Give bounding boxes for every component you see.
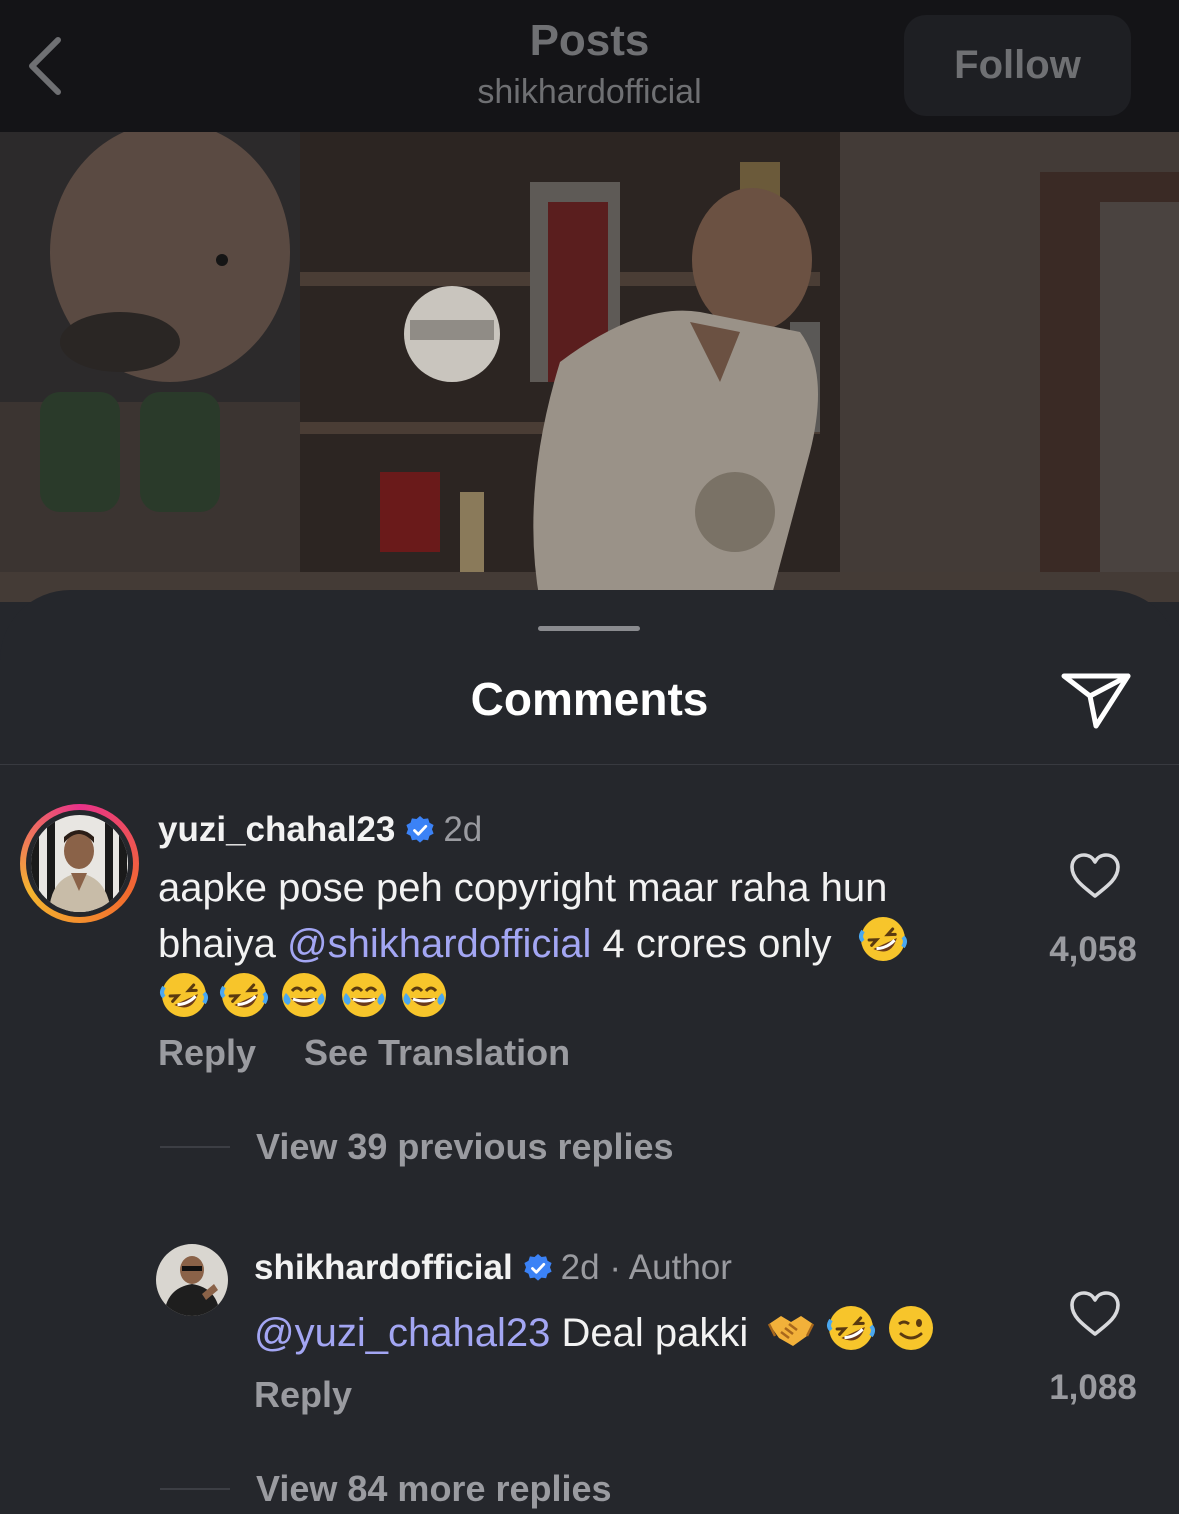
reply-username[interactable]: shikhardofficial bbox=[254, 1248, 513, 1287]
post-image bbox=[0, 132, 1179, 602]
divider bbox=[0, 764, 1179, 765]
view-previous-replies-button[interactable]: View 39 previous replies bbox=[256, 1126, 674, 1168]
screen: Posts shikhardofficial Follow Comments y… bbox=[0, 0, 1179, 1514]
comment-text: aapke pose peh copyright maar raha hun b… bbox=[158, 864, 988, 1025]
reply-age: 2d bbox=[560, 1248, 600, 1287]
avatar[interactable] bbox=[31, 815, 128, 912]
post-photo-illustration bbox=[0, 132, 1179, 602]
wink-emoji-icon bbox=[885, 1302, 937, 1354]
comment-mention[interactable]: @shikhardofficial bbox=[287, 922, 591, 966]
joy-emoji-icon bbox=[398, 969, 450, 1021]
reply-button[interactable]: Reply bbox=[254, 1374, 352, 1416]
handshake-emoji-icon bbox=[765, 1302, 817, 1354]
joy-emoji-icon bbox=[278, 969, 330, 1021]
verified-badge-icon bbox=[523, 1253, 553, 1283]
see-translation-button[interactable]: See Translation bbox=[304, 1032, 570, 1074]
top-bar: Posts shikhardofficial Follow bbox=[0, 0, 1179, 132]
thread-line bbox=[160, 1488, 230, 1490]
reply-header: shikhardofficial 2d · Author bbox=[254, 1246, 732, 1290]
reply-body: Deal pakki bbox=[550, 1311, 749, 1355]
author-tag: · Author bbox=[609, 1248, 732, 1287]
comment-header: yuzi_chahal23 2d bbox=[158, 808, 482, 852]
share-button[interactable] bbox=[1058, 666, 1134, 730]
rofl-emoji-icon bbox=[825, 1302, 877, 1354]
view-more-replies-button[interactable]: View 84 more replies bbox=[256, 1468, 612, 1510]
comment-body-tail: 4 crores only bbox=[591, 922, 832, 966]
comments-sheet: Comments yuzi_chahal23 2d aapke pose peh… bbox=[0, 590, 1179, 1514]
rofl-emoji-icon bbox=[857, 913, 909, 965]
paper-plane-icon bbox=[1061, 673, 1131, 729]
verified-badge-icon bbox=[405, 815, 435, 845]
heart-outline-icon[interactable] bbox=[1069, 1290, 1121, 1338]
rofl-emoji-icon bbox=[218, 969, 270, 1021]
reply-mention[interactable]: @yuzi_chahal23 bbox=[254, 1311, 550, 1355]
avatar-image bbox=[31, 815, 128, 912]
like-count[interactable]: 4,058 bbox=[1028, 930, 1158, 970]
joy-emoji-icon bbox=[338, 969, 390, 1021]
follow-button[interactable]: Follow bbox=[904, 15, 1131, 116]
drag-handle[interactable] bbox=[538, 626, 640, 631]
comment-age: 2d bbox=[443, 810, 483, 849]
emoji-row bbox=[158, 969, 458, 1025]
avatar-image bbox=[156, 1244, 228, 1316]
thread-line bbox=[160, 1146, 230, 1148]
avatar[interactable] bbox=[156, 1244, 228, 1316]
reply-text: @yuzi_chahal23 Deal pakki bbox=[254, 1302, 1014, 1358]
comments-title: Comments bbox=[470, 673, 709, 725]
heart-outline-icon[interactable] bbox=[1069, 852, 1121, 900]
comment-username[interactable]: yuzi_chahal23 bbox=[158, 810, 395, 849]
like-count[interactable]: 1,088 bbox=[1028, 1368, 1158, 1408]
reply-button[interactable]: Reply bbox=[158, 1032, 256, 1074]
rofl-emoji-icon bbox=[158, 969, 210, 1021]
